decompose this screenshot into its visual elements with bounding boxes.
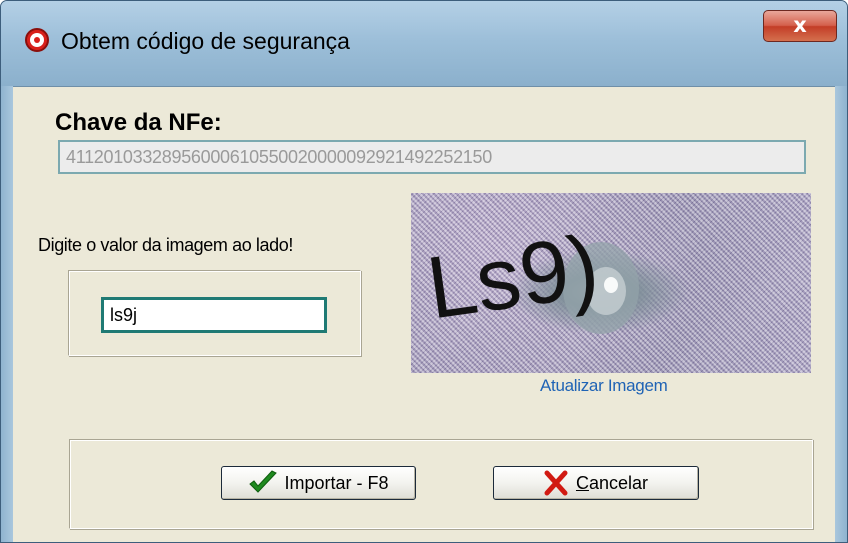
refresh-image-link[interactable]: Atualizar Imagem (540, 376, 668, 396)
dialog-window: Obtem código de segurança x Chave da NFe… (0, 0, 848, 543)
import-button[interactable]: Importar - F8 (221, 466, 416, 500)
window-frame-left (1, 86, 13, 542)
captcha-prompt-label: Digite o valor da imagem ao lado! (38, 235, 293, 255)
cancel-button[interactable]: Cancelar (493, 466, 699, 500)
window-title: Obtem código de segurança (61, 28, 350, 54)
nfe-key-field: 4112010332895600061055002000009292149225… (58, 140, 806, 174)
checkmark-icon (249, 470, 278, 493)
captcha-input[interactable]: ls9j (101, 297, 327, 333)
window-frame-right (835, 86, 847, 542)
dialog-client-area: Chave da NFe: 41120103328956000610550020… (13, 86, 835, 542)
title-bar[interactable]: Obtem código de segurança x (1, 1, 847, 86)
action-button-group: Importar - F8 Cancelar (69, 439, 813, 529)
close-icon: x (793, 13, 807, 37)
red-x-icon (544, 470, 568, 496)
import-button-label: Importar - F8 (284, 472, 389, 493)
captcha-input-group: ls9j (68, 270, 361, 356)
captcha-image-graphic: Ls9) (421, 216, 639, 337)
close-button[interactable]: x (763, 10, 837, 42)
nfe-key-label: Chave da NFe: (55, 109, 222, 136)
app-target-icon (25, 28, 49, 52)
cancel-button-label: Cancelar (575, 472, 649, 493)
captcha-image: Ls9) (411, 193, 811, 373)
